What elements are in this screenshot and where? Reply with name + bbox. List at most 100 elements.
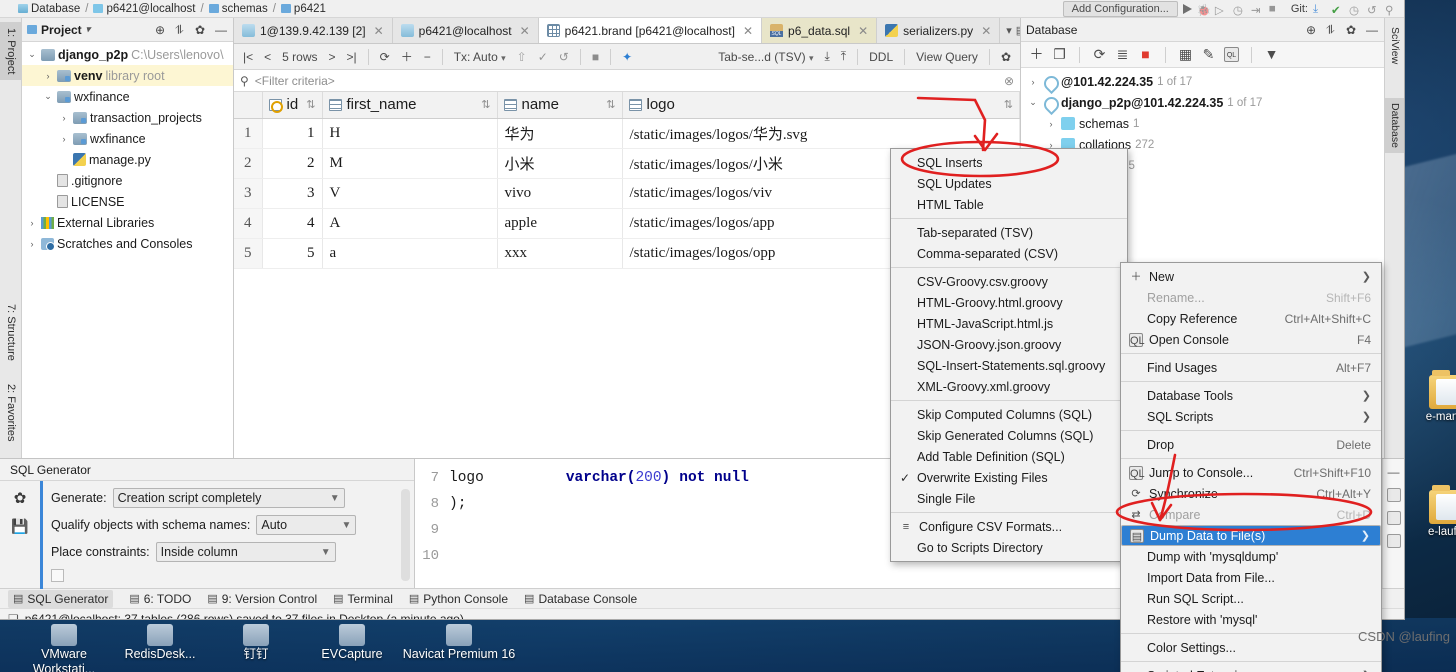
column-header[interactable]: logo⇅	[622, 92, 1020, 118]
hide-icon[interactable]: —	[1366, 23, 1379, 36]
database-tree-item[interactable]: ›schemas1	[1021, 113, 1384, 134]
menu-item[interactable]: ▤Dump Data to File(s)❯	[1121, 525, 1381, 546]
gear-icon[interactable]: ✿	[195, 23, 208, 36]
add-configuration-button[interactable]: Add Configuration...	[1063, 1, 1178, 17]
project-pane-title[interactable]: Project ▾	[27, 23, 90, 37]
locate-icon[interactable]: ⊕	[1306, 23, 1319, 36]
profile-icon[interactable]: ◷	[1233, 3, 1246, 16]
project-tree-item[interactable]: ›Scratches and Consoles	[22, 233, 233, 254]
menu-item[interactable]: SQL Scripts❯	[1121, 406, 1381, 427]
gear-icon[interactable]: ✿	[14, 489, 27, 507]
bottom-tool-tab[interactable]: ▤SQL Generator	[8, 590, 113, 608]
stop-icon[interactable]: ■	[1269, 3, 1282, 16]
project-tree-item[interactable]: ›transaction_projects	[22, 107, 233, 128]
cell-name[interactable]: 小米	[497, 148, 622, 178]
menu-item[interactable]: HTML Table	[891, 194, 1127, 215]
menu-item[interactable]: SQL Updates	[891, 173, 1127, 194]
menu-item[interactable]: Go to Scripts Directory	[891, 537, 1127, 558]
chevron-down-icon[interactable]: ▾	[1006, 24, 1012, 37]
git-rollback-icon[interactable]: ↺	[1367, 3, 1380, 16]
editor-tab[interactable]: 1@139.9.42.139 [2]✕	[234, 18, 393, 43]
cell-name[interactable]: 华为	[497, 118, 622, 148]
close-icon[interactable]: ✕	[981, 24, 991, 38]
prev-page-icon[interactable]: <	[260, 49, 275, 65]
chevron-right-icon[interactable]: ›	[1045, 119, 1057, 129]
search-icon[interactable]: ⚲	[1385, 3, 1398, 16]
tool-tab-favorites[interactable]: 2: Favorites	[0, 378, 22, 447]
menu-item[interactable]: HTML-Groovy.html.groovy	[891, 292, 1127, 313]
hide-icon[interactable]: —	[1388, 465, 1400, 479]
project-tree-item[interactable]: ›External Libraries	[22, 212, 233, 233]
menu-item[interactable]: Comma-separated (CSV)	[891, 243, 1127, 264]
cell-first-name[interactable]: V	[322, 178, 497, 208]
project-tree-item[interactable]: manage.py	[22, 149, 233, 170]
clear-filter-icon[interactable]: ⊗	[1004, 74, 1014, 88]
remove-row-icon[interactable]: −	[420, 49, 435, 65]
export-to-file-icon[interactable]: ⤓	[820, 48, 833, 65]
menu-item[interactable]: XML-Groovy.xml.groovy	[891, 376, 1127, 397]
view-query-button[interactable]: View Query	[912, 49, 982, 65]
bottom-tool-tab[interactable]: ▤Database Console	[524, 592, 637, 606]
column-header[interactable]: name⇅	[497, 92, 622, 118]
taskbar-item-dingtalk[interactable]: 钉钉	[208, 624, 304, 662]
ddl-button[interactable]: DDL	[865, 49, 897, 65]
cell-first-name[interactable]: a	[322, 238, 497, 268]
add-row-icon[interactable]: ＋	[397, 47, 417, 66]
breadcrumb-item-datasource[interactable]: p6421@localhost	[93, 3, 195, 15]
output-format-select[interactable]: Tab-se...d (TSV) ▾	[714, 49, 817, 65]
sort-toggle-icon[interactable]: ⇅	[481, 98, 490, 111]
run-icon[interactable]	[1183, 4, 1192, 14]
project-tree-item[interactable]: ⌄wxfinance	[22, 86, 233, 107]
cell-id[interactable]: 5	[262, 238, 322, 268]
debug-icon[interactable]: 🐞	[1197, 3, 1210, 16]
menu-item[interactable]: DropDelete	[1121, 434, 1381, 455]
table-context-menu[interactable]: ＋New❯Rename...Shift+F6Copy ReferenceCtrl…	[1120, 262, 1382, 672]
editor-tab[interactable]: serializers.py✕	[877, 18, 1000, 43]
editor-tab[interactable]: p6421@localhost✕	[393, 18, 539, 43]
menu-item[interactable]: Add Table Definition (SQL)	[891, 446, 1127, 467]
chevron-right-icon[interactable]: ›	[42, 71, 54, 81]
bottom-tool-tab[interactable]: ▤Python Console	[409, 592, 508, 606]
cell-logo[interactable]: /static/images/logos/华为.svg	[622, 118, 1020, 148]
next-page-icon[interactable]: >	[324, 49, 339, 65]
menu-item[interactable]: Restore with 'mysql'	[1121, 609, 1381, 630]
data-grid-header-row[interactable]: id⇅first_name⇅name⇅logo⇅	[234, 92, 1020, 118]
menu-item[interactable]: Tab-separated (TSV)	[891, 222, 1127, 243]
menu-item[interactable]: Skip Generated Columns (SQL)	[891, 425, 1127, 446]
cell-id[interactable]: 3	[262, 178, 322, 208]
project-tree-item[interactable]: .gitignore	[22, 170, 233, 191]
menu-item[interactable]: SQL Inserts	[891, 152, 1127, 173]
cell-first-name[interactable]: A	[322, 208, 497, 238]
cell-name[interactable]: apple	[497, 208, 622, 238]
menu-item[interactable]: Dump with 'mysqldump'	[1121, 546, 1381, 567]
database-tree-item[interactable]: ⌄django_p2p@101.42.224.351 of 17	[1021, 92, 1384, 113]
last-page-icon[interactable]: >|	[343, 49, 361, 65]
git-update-icon[interactable]: ⤓	[1313, 3, 1326, 16]
project-tree-item[interactable]: ⌄django_p2pC:\Users\lenovo\	[22, 44, 233, 65]
table-view-icon[interactable]: ▦	[1178, 47, 1193, 62]
cell-id[interactable]: 2	[262, 148, 322, 178]
cell-first-name[interactable]: M	[322, 148, 497, 178]
data-grid-toolbar[interactable]: |< < 5 rows > >| ⟳ ＋ − Tx: Auto ▾ ⇧ ✓ ↺ …	[234, 44, 1020, 70]
chevron-right-icon[interactable]: ›	[26, 239, 38, 249]
run-coverage-icon[interactable]: ▷	[1215, 3, 1228, 16]
hide-icon[interactable]: —	[215, 23, 228, 36]
duplicate-icon[interactable]: ❐	[1052, 47, 1067, 62]
tool-tab-database[interactable]: Database	[1385, 98, 1405, 153]
taskbar-item-navicat[interactable]: Navicat Premium 16	[400, 624, 518, 662]
table-row[interactable]: 11H华为/static/images/logos/华为.svg	[234, 118, 1020, 148]
data-extractor-icon[interactable]: ✦	[618, 49, 636, 65]
open-in-console-icon[interactable]	[1387, 534, 1401, 548]
run-with-icon[interactable]: ⇥	[1251, 3, 1264, 16]
project-tree-item[interactable]: LICENSE	[22, 191, 233, 212]
transaction-mode-select[interactable]: Tx: Auto ▾	[450, 49, 510, 65]
menu-item[interactable]: Scripted Extensions❯	[1121, 665, 1381, 672]
chevron-down-icon[interactable]: ⌄	[42, 91, 54, 102]
run-script-icon[interactable]: ≣	[1115, 47, 1130, 62]
cell-id[interactable]: 4	[262, 208, 322, 238]
chevron-right-icon[interactable]: ›	[1027, 77, 1039, 87]
reload-icon[interactable]: ⟳	[376, 49, 394, 65]
menu-item[interactable]: ⟳SynchronizeCtrl+Alt+Y	[1121, 483, 1381, 504]
project-tree-item[interactable]: ›venvlibrary root	[22, 65, 233, 86]
editor-tab[interactable]: p6421.brand [p6421@localhost]✕	[539, 18, 762, 43]
